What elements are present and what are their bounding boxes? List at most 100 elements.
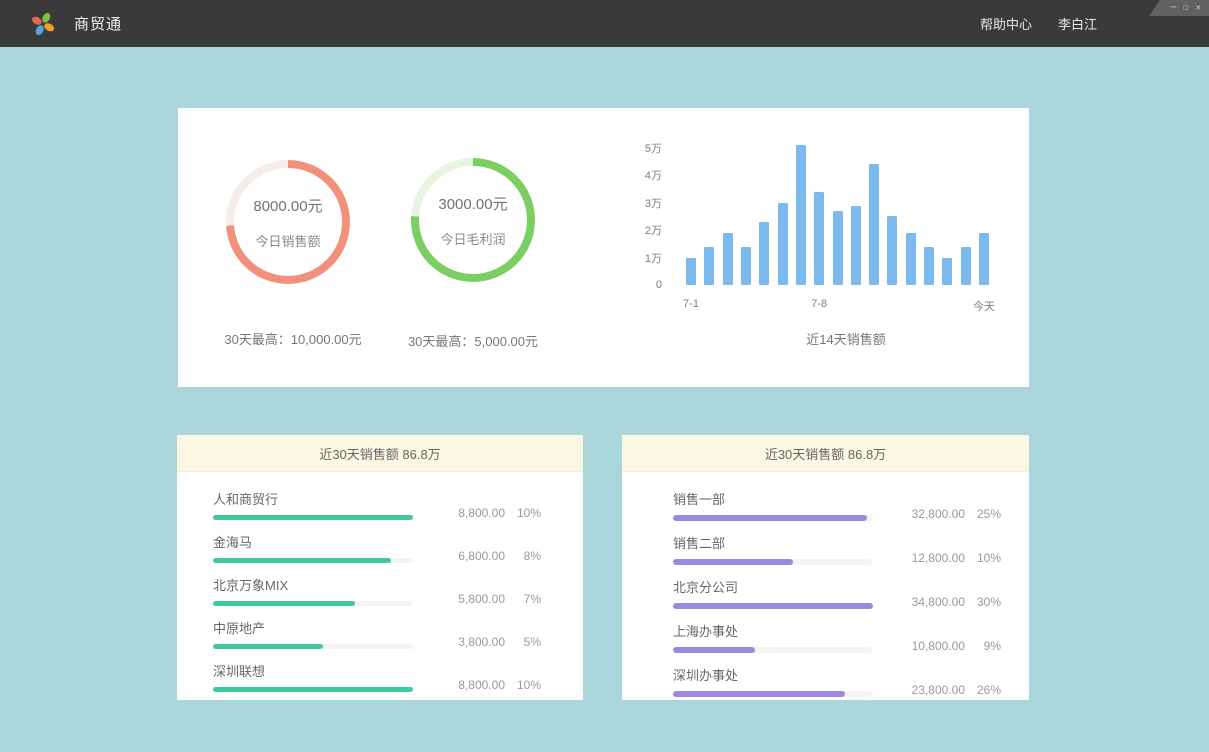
row-value: 32,800.00 [873, 507, 965, 521]
row-bar [213, 601, 413, 606]
window-controls: ─ ☐ ✕ [1149, 0, 1209, 16]
bar-chart-xaxis: 7-17-8今天 [686, 298, 989, 312]
row-percent: 5% [505, 635, 541, 649]
chart-bar [924, 247, 934, 285]
row-value: 6,800.00 [413, 549, 505, 563]
x-axis-tick: 7-8 [811, 298, 827, 310]
y-axis-tick: 4万 [645, 167, 662, 183]
help-center-link[interactable]: 帮助中心 [980, 14, 1032, 33]
row-value: 34,800.00 [873, 595, 965, 609]
row-name: 北京万象MIX [213, 575, 413, 594]
chart-bar [979, 233, 989, 285]
chart-bar [759, 222, 769, 285]
list-row: 金海马 6,800.00 8% [213, 532, 530, 563]
chart-bar [869, 164, 879, 285]
x-axis-tick: 今天 [973, 298, 995, 314]
list-row: 深圳办事处 23,800.00 26% [673, 665, 992, 697]
row-name: 销售一部 [673, 489, 873, 508]
row-value: 8,800.00 [413, 506, 505, 520]
chart-bar [833, 211, 843, 285]
row-bar [213, 515, 413, 520]
list-row: 销售一部 32,800.00 25% [673, 489, 992, 521]
chart-bar [887, 216, 897, 285]
bar-chart-yaxis: 5万4万3万2万1万0 [626, 148, 662, 285]
chart-bar [723, 233, 733, 285]
today-sales-label: 今日销售额 [255, 231, 320, 250]
row-value: 8,800.00 [413, 678, 505, 692]
row-value: 10,800.00 [873, 639, 965, 653]
y-axis-tick: 5万 [645, 140, 662, 156]
row-name: 深圳办事处 [673, 665, 873, 684]
row-value: 3,800.00 [413, 635, 505, 649]
row-percent: 25% [965, 507, 1001, 521]
chart-bar [906, 233, 916, 285]
y-axis-tick: 1万 [645, 250, 662, 266]
row-percent: 10% [505, 506, 541, 520]
row-name: 中原地产 [213, 618, 413, 637]
today-sales-value: 8000.00元 [253, 195, 322, 216]
bar-chart-plot [686, 148, 989, 285]
row-name: 人和商贸行 [213, 489, 413, 508]
pinwheel-logo-icon [30, 10, 56, 38]
list-row: 上海办事处 10,800.00 9% [673, 621, 992, 653]
row-bar [673, 559, 873, 565]
departments-sales-panel: 近30天销售额 86.8万 销售一部 32,800.00 25% 销售二部 12… [622, 435, 1029, 700]
chart-bar [704, 247, 714, 285]
chart-bar [778, 203, 788, 285]
list-row: 北京万象MIX 5,800.00 7% [213, 575, 530, 606]
close-button[interactable]: ✕ [1196, 0, 1201, 16]
customers-sales-panel: 近30天销售额 86.8万 人和商贸行 8,800.00 10% 金海马 6,8… [177, 435, 583, 700]
row-bar [673, 691, 873, 697]
chart-bar [741, 247, 751, 285]
chart-bar [814, 192, 824, 285]
list-row: 北京分公司 34,800.00 30% [673, 577, 992, 609]
departments-panel-title: 近30天销售额 86.8万 [622, 435, 1029, 472]
chart-bar [851, 206, 861, 285]
today-sales-donut: 8000.00元 今日销售额 [226, 160, 350, 284]
list-row: 人和商贸行 8,800.00 10% [213, 489, 530, 520]
row-bar [673, 647, 873, 653]
row-name: 上海办事处 [673, 621, 873, 640]
row-value: 23,800.00 [873, 683, 965, 697]
today-profit-label: 今日毛利润 [440, 229, 505, 248]
row-percent: 9% [965, 639, 1001, 653]
row-name: 北京分公司 [673, 577, 873, 596]
row-name: 销售二部 [673, 533, 873, 552]
x-axis-tick: 7-1 [683, 298, 699, 310]
row-value: 12,800.00 [873, 551, 965, 565]
today-profit-value: 3000.00元 [438, 193, 507, 214]
y-axis-tick: 2万 [645, 222, 662, 238]
user-menu[interactable]: 李白江 [1058, 14, 1097, 33]
list-row: 深圳联想 8,800.00 10% [213, 661, 530, 692]
app-title: 商贸通 [74, 13, 122, 34]
chart-bar [796, 145, 806, 285]
y-axis-tick: 3万 [645, 195, 662, 211]
chart-bar [961, 247, 971, 285]
row-bar [213, 687, 413, 692]
row-bar [213, 558, 413, 563]
row-bar [213, 644, 413, 649]
row-percent: 7% [505, 592, 541, 606]
chart-bar [942, 258, 952, 285]
sales-30day-max-label: 30天最高：10,000.00元 [188, 329, 398, 348]
chart-bar [686, 258, 696, 285]
row-bar [673, 515, 873, 521]
row-percent: 10% [965, 551, 1001, 565]
minimize-button[interactable]: ─ [1171, 0, 1176, 16]
list-row: 销售二部 12,800.00 10% [673, 533, 992, 565]
app-brand: 商贸通 [30, 10, 122, 38]
row-name: 金海马 [213, 532, 413, 551]
row-name: 深圳联想 [213, 661, 413, 680]
maximize-button[interactable]: ☐ [1183, 0, 1188, 16]
row-percent: 8% [505, 549, 541, 563]
today-profit-donut: 3000.00元 今日毛利润 [411, 158, 535, 282]
row-bar [673, 603, 873, 609]
y-axis-tick: 0 [656, 279, 662, 291]
list-row: 中原地产 3,800.00 5% [213, 618, 530, 649]
profit-30day-max-label: 30天最高：5,000.00元 [373, 331, 573, 350]
row-percent: 10% [505, 678, 541, 692]
topbar: 商贸通 帮助中心 李白江 ─ ☐ ✕ [0, 0, 1209, 47]
row-value: 5,800.00 [413, 592, 505, 606]
row-percent: 30% [965, 595, 1001, 609]
summary-panel: 8000.00元 今日销售额 30天最高：10,000.00元 3000.00元… [178, 108, 1029, 387]
